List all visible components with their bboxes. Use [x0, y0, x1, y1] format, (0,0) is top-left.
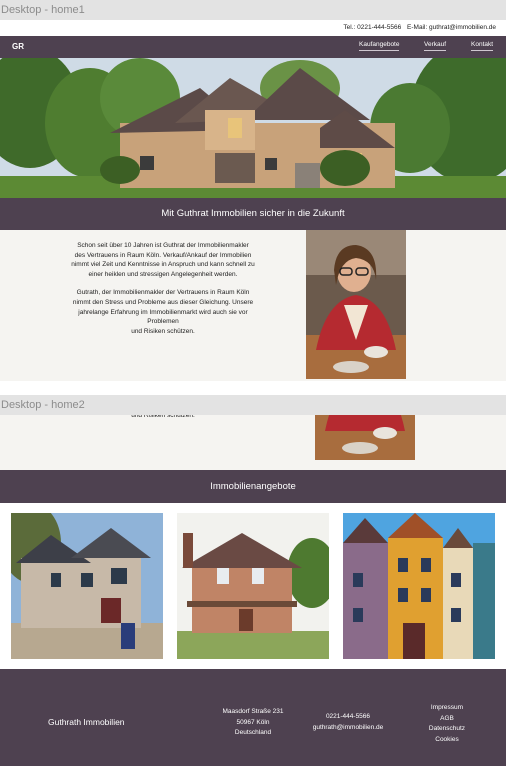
- offers-title: Immobilienangebote: [210, 481, 296, 492]
- contact-bar: Tel.: 0221-444-5566 E-Mail: guthrat@immo…: [0, 20, 506, 36]
- frame-label-home2: Desktop - home2: [0, 395, 506, 415]
- footer-link-agb[interactable]: AGB: [418, 714, 476, 725]
- footer-address: Maasdorf Straße 231 50967 Köln Deutschla…: [222, 708, 284, 736]
- property-grid: [0, 503, 506, 669]
- footer-link-datenschutz[interactable]: Datenschutz: [418, 724, 476, 735]
- intro-section-continued: Problemen und Risiken schützen.: [0, 415, 506, 470]
- footer-link-cookies[interactable]: Cookies: [418, 735, 476, 746]
- logo[interactable]: GR: [12, 36, 24, 58]
- agent-photo: [306, 230, 406, 379]
- contact-email: E-Mail: guthrat@immobilien.de: [407, 24, 496, 31]
- tagline-text: Mit Guthrat Immobilien sicher in die Zuk…: [161, 208, 345, 219]
- nav-link-kontakt[interactable]: Kontakt: [471, 40, 494, 51]
- nav-link-verkauf[interactable]: Verkauf: [424, 40, 447, 51]
- contact-phone: Tel.: 0221-444-5566: [343, 24, 402, 31]
- footer-brand: Guthrath Immobilien: [48, 717, 125, 727]
- intro-paragraph-1: Schon seit über 10 Jahren ist Guthrat de…: [71, 242, 255, 278]
- intro-text-continued: Problemen und Risiken schützen.: [131, 415, 195, 419]
- footer-link-impressum[interactable]: Impressum: [418, 703, 476, 714]
- offers-band: Immobilienangebote: [0, 470, 506, 503]
- property-card-3[interactable]: [343, 513, 495, 659]
- footer: Guthrath Immobilien Maasdorf Straße 231 …: [0, 669, 506, 766]
- intro-paragraph-2: Gutrath, der Immobilienmakler der Vertra…: [72, 289, 254, 335]
- footer-contact: 0221-444-5566 guthrath@immobilien.de: [302, 712, 394, 733]
- tagline-band: Mit Guthrat Immobilien sicher in die Zuk…: [0, 198, 506, 230]
- footer-links: Impressum AGB Datenschutz Cookies: [418, 703, 476, 745]
- intro-section: Schon seit über 10 Jahren ist Guthrat de…: [0, 230, 506, 381]
- property-card-2[interactable]: [177, 513, 329, 659]
- footer-email[interactable]: guthrath@immobilien.de: [302, 723, 394, 734]
- agent-photo-continued: [315, 415, 415, 460]
- intro-text: Schon seit über 10 Jahren ist Guthrat de…: [48, 241, 278, 336]
- footer-phone[interactable]: 0221-444-5566: [302, 712, 394, 723]
- frame-label-home1: Desktop - home1: [0, 0, 506, 20]
- property-card-1[interactable]: [11, 513, 163, 659]
- hero-image: [0, 58, 506, 198]
- navbar: GR Kaufangebote Verkauf Kontakt: [0, 36, 506, 58]
- nav-link-kaufangebote[interactable]: Kaufangebote: [359, 40, 400, 51]
